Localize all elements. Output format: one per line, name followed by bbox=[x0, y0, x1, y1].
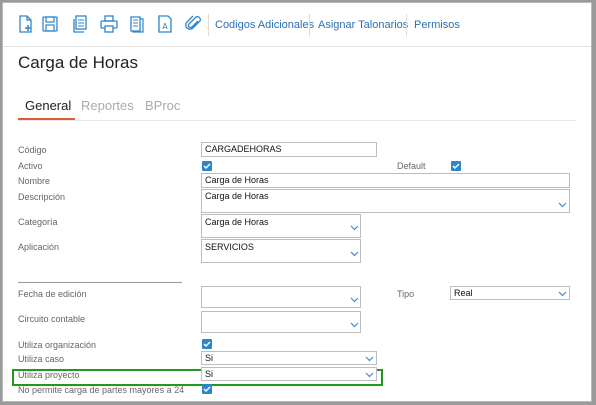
chevron-down-icon[interactable] bbox=[350, 251, 359, 257]
aplicacion-select[interactable]: SERVICIOS bbox=[201, 239, 361, 263]
utiliza-organizacion-label: Utiliza organización bbox=[18, 340, 97, 350]
document-list-icon[interactable] bbox=[127, 14, 147, 34]
tipo-value: Real bbox=[454, 288, 473, 298]
circuito-select[interactable] bbox=[201, 311, 361, 333]
page-title: Carga de Horas bbox=[18, 53, 139, 72]
toolbar-separator bbox=[309, 14, 310, 36]
tipo-label: Tipo bbox=[397, 289, 415, 299]
utiliza-caso-value: Si bbox=[205, 353, 214, 363]
chevron-down-icon[interactable] bbox=[350, 297, 359, 303]
utiliza-proyecto-value: Si bbox=[205, 369, 214, 379]
utiliza-caso-label: Utiliza caso bbox=[18, 354, 65, 364]
chevron-down-icon[interactable] bbox=[350, 322, 359, 328]
print-icon[interactable] bbox=[99, 14, 119, 34]
circuito-label: Circuito contable bbox=[18, 314, 86, 324]
main-window: A Codigos Adicionales Asignar Talonarios… bbox=[2, 2, 592, 402]
tab-bproc[interactable]: BProc bbox=[145, 98, 180, 113]
asignar-talonarios-link[interactable]: Asignar Talonarios bbox=[318, 19, 408, 31]
activo-label: Activo bbox=[18, 161, 43, 171]
codigos-adicionales-link[interactable]: Codigos Adicionales bbox=[215, 19, 314, 31]
save-icon[interactable] bbox=[40, 14, 60, 34]
chevron-down-icon[interactable] bbox=[350, 225, 359, 231]
chevron-down-icon[interactable] bbox=[558, 291, 567, 297]
nombre-field[interactable]: Carga de Horas bbox=[201, 173, 570, 188]
fecha-edicion-label: Fecha de edición bbox=[18, 289, 87, 299]
attachment-icon[interactable] bbox=[184, 14, 204, 34]
utiliza-caso-select[interactable]: Si bbox=[201, 351, 377, 365]
aplicacion-value: SERVICIOS bbox=[205, 242, 254, 252]
descripcion-field[interactable]: Carga de Horas bbox=[201, 189, 570, 213]
nombre-label: Nombre bbox=[18, 176, 51, 186]
chevron-down-icon[interactable] bbox=[558, 202, 567, 208]
tipo-select[interactable]: Real bbox=[450, 286, 570, 300]
utiliza-proyecto-label: Utiliza proyecto bbox=[18, 370, 80, 380]
categoria-label: Categoría bbox=[18, 217, 58, 227]
fecha-edicion-select[interactable] bbox=[201, 286, 361, 308]
activo-checkbox[interactable] bbox=[202, 161, 212, 171]
toolbar-separator bbox=[208, 14, 209, 36]
no-permite-label: No permite carga de partes mayores a 24 bbox=[18, 385, 185, 395]
aplicacion-label: Aplicación bbox=[18, 242, 60, 252]
codigo-field[interactable]: CARGADEHORAS bbox=[201, 142, 377, 157]
text-document-icon[interactable]: A bbox=[155, 14, 175, 34]
no-permite-checkbox[interactable] bbox=[202, 384, 212, 394]
section-divider bbox=[18, 282, 182, 283]
utiliza-proyecto-select[interactable]: Si bbox=[201, 367, 377, 381]
descripcion-label: Descripción bbox=[18, 192, 66, 202]
new-document-icon[interactable] bbox=[15, 14, 35, 34]
copy-icon[interactable] bbox=[70, 14, 90, 34]
categoria-select[interactable]: Carga de Horas bbox=[201, 214, 361, 238]
toolbar: A Codigos Adicionales Asignar Talonarios… bbox=[3, 3, 591, 47]
default-checkbox[interactable] bbox=[451, 161, 461, 171]
tab-general[interactable]: General bbox=[25, 98, 71, 113]
utiliza-organizacion-checkbox[interactable] bbox=[202, 339, 212, 349]
toolbar-separator bbox=[406, 14, 407, 36]
default-label: Default bbox=[397, 161, 426, 171]
tab-reportes[interactable]: Reportes bbox=[81, 98, 134, 113]
chevron-down-icon[interactable] bbox=[365, 356, 374, 362]
codigo-label: Código bbox=[18, 145, 47, 155]
tabs-divider bbox=[18, 120, 576, 121]
svg-text:A: A bbox=[162, 22, 168, 31]
categoria-value: Carga de Horas bbox=[205, 217, 269, 227]
chevron-down-icon[interactable] bbox=[365, 372, 374, 378]
permisos-link[interactable]: Permisos bbox=[414, 19, 460, 31]
